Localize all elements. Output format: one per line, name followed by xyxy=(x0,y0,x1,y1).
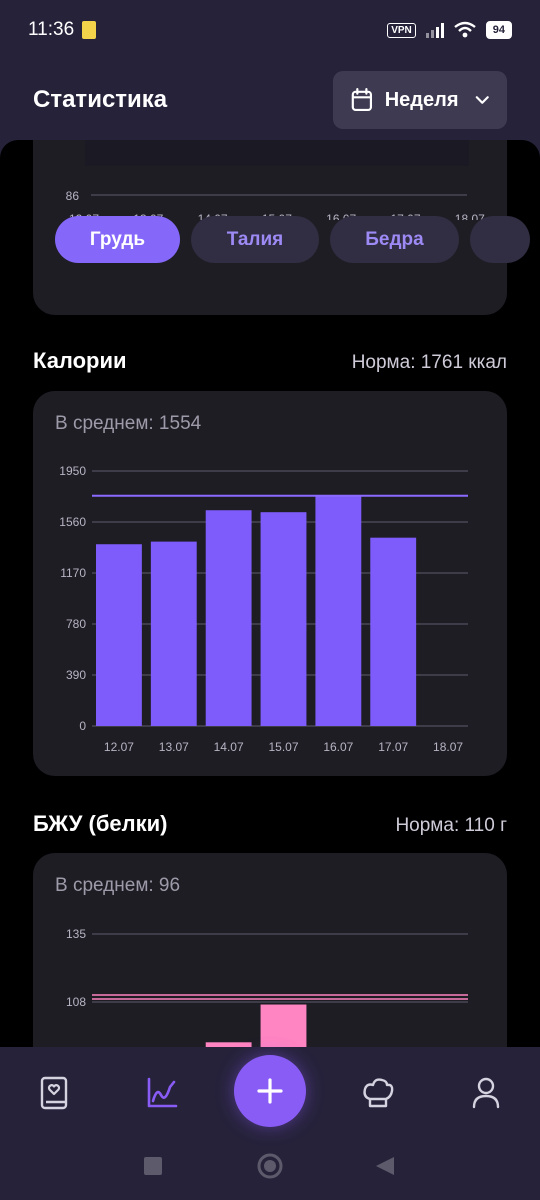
status-time: 11:36 xyxy=(28,19,75,40)
diary-icon xyxy=(40,1076,68,1110)
chip-group: Грудь Талия Бедра xyxy=(55,216,530,263)
bar xyxy=(150,541,197,726)
add-icon xyxy=(257,1078,283,1104)
bar xyxy=(370,537,417,726)
chef-hat-icon xyxy=(363,1078,394,1108)
bar xyxy=(260,1004,307,1047)
bar xyxy=(96,544,142,726)
y-tick-label: 0 xyxy=(79,719,86,733)
y-tick-label: 135 xyxy=(66,927,86,941)
y-tick-label: 86 xyxy=(66,189,80,203)
recents-button[interactable] xyxy=(144,1157,162,1175)
calendar-icon xyxy=(351,88,373,112)
protein-norm: Норма: 110 г xyxy=(395,815,507,836)
x-tick-label: 14.07 xyxy=(214,740,244,754)
chevron-down-icon xyxy=(475,96,489,104)
bar xyxy=(205,510,252,726)
chip-waist[interactable]: Талия xyxy=(191,216,319,263)
nav-statistics[interactable] xyxy=(142,1073,182,1113)
chip-chest[interactable]: Грудь xyxy=(55,216,180,263)
y-tick-label: 108 xyxy=(66,995,86,1009)
chart-area-fade xyxy=(85,140,469,166)
status-bar: 11:36 VPN 94 xyxy=(0,0,540,60)
x-tick-label: 12.07 xyxy=(104,740,134,754)
wifi-icon xyxy=(454,21,476,38)
calories-chart: 0 390 780 1170 1560 1950 12.07 13.07 14.07 15.07 1… xyxy=(59,464,468,754)
y-tick-label: 780 xyxy=(66,617,86,631)
notification-icon xyxy=(82,21,97,39)
chip-more[interactable] xyxy=(470,216,530,263)
profile-icon xyxy=(472,1077,500,1109)
period-dropdown[interactable]: Неделя xyxy=(333,71,507,129)
battery-icon: 94 xyxy=(485,21,512,39)
protein-title: БЖУ (белки) xyxy=(33,811,168,836)
stats-content[interactable]: 86 12.0713.0714.0715.0716.0717.0718.07 Г… xyxy=(0,140,540,1047)
system-nav-bar xyxy=(144,1153,394,1179)
add-button[interactable] xyxy=(234,1055,306,1127)
x-tick-label: 15.07 xyxy=(268,740,298,754)
y-tick-label: 1560 xyxy=(59,515,86,529)
nav-recipes[interactable] xyxy=(358,1073,398,1113)
x-tick-label: 18.07 xyxy=(433,740,463,754)
protein-card: В среднем: 96 81108135 xyxy=(33,853,507,1047)
measurements-card: 86 12.0713.0714.0715.0716.0717.0718.07 Г… xyxy=(33,140,530,315)
signal-icon xyxy=(425,22,444,38)
y-tick-label: 390 xyxy=(66,668,86,682)
x-tick-label: 13.07 xyxy=(159,740,189,754)
page-title: Статистика xyxy=(33,86,168,113)
header: Статистика Неделя xyxy=(0,60,540,140)
protein-chart: 81108135 xyxy=(66,927,468,1047)
home-button-dot xyxy=(264,1160,276,1172)
y-tick-label: 1950 xyxy=(59,464,86,478)
calories-norm: Норма: 1761 ккал xyxy=(351,352,507,373)
bar xyxy=(260,512,307,726)
bar xyxy=(315,495,362,726)
nav-profile[interactable] xyxy=(466,1073,506,1113)
y-tick-label: 1170 xyxy=(60,566,86,580)
x-tick-label: 17.07 xyxy=(378,740,408,754)
nav-diary[interactable] xyxy=(34,1073,74,1113)
chip-hips[interactable]: Бедра xyxy=(330,216,459,263)
back-button[interactable] xyxy=(376,1157,394,1175)
bottom-nav xyxy=(0,1047,540,1200)
status-icons: VPN 94 xyxy=(387,21,512,39)
vpn-icon: VPN xyxy=(387,22,416,38)
chart-icon xyxy=(147,1077,178,1108)
period-label: Неделя xyxy=(384,88,459,111)
calories-title: Калории xyxy=(33,348,127,373)
calories-card: В среднем: 1554 0 390 780 1170 1560 1950 12.07… xyxy=(33,391,507,776)
x-tick-label: 16.07 xyxy=(323,740,353,754)
measurements-chart: 86 12.0713.0714.0715.0716.0717.0718.07 xyxy=(66,140,485,220)
